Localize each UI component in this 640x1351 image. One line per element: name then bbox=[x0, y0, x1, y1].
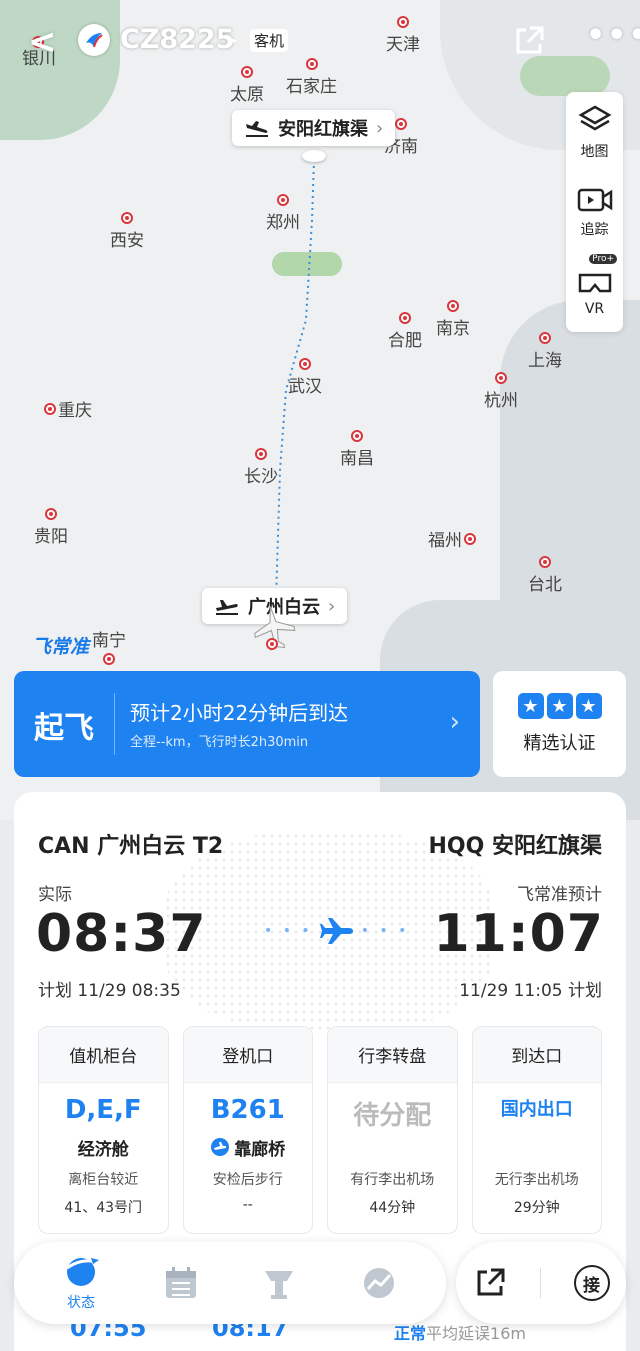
track-button[interactable]: 追踪 bbox=[566, 172, 623, 252]
nav-trends[interactable] bbox=[359, 1265, 399, 1301]
city-label: 贵阳 bbox=[34, 508, 68, 547]
certification-card[interactable]: ★ ★ ★ 精选认证 bbox=[493, 671, 626, 777]
boarding-gate-tile[interactable]: 登机口 B261 靠廊桥 安检后步行 -- bbox=[182, 1026, 313, 1234]
city-label: 郑州 bbox=[266, 194, 300, 233]
city-label: 重庆 bbox=[44, 396, 92, 421]
chevron-right-icon: › bbox=[449, 707, 460, 737]
caret-right-icon[interactable]: ▸ bbox=[229, 30, 237, 49]
airport-info-tiles: 值机柜台 D,E,F 经济舱 离柜台较近 41、43号门 登机口 B261 靠廊… bbox=[38, 1026, 602, 1234]
counter-value: D,E,F bbox=[64, 1095, 142, 1125]
cabin-class: 经济舱 bbox=[77, 1139, 129, 1160]
arrival-time: 11:07 bbox=[433, 904, 604, 964]
pickup-button[interactable]: 接 bbox=[573, 1265, 610, 1301]
arrival-airport-marker[interactable]: 安阳红旗渠 › bbox=[232, 110, 396, 146]
action-bar: 接 bbox=[456, 1242, 626, 1324]
vr-button[interactable]: Pro+ VR bbox=[566, 252, 623, 332]
nav-airport[interactable] bbox=[261, 1265, 297, 1301]
city-label: 南京 bbox=[436, 300, 470, 339]
airplane-icon bbox=[319, 918, 353, 944]
divider bbox=[539, 1268, 541, 1298]
control-tower-icon bbox=[265, 1271, 293, 1299]
top-bar: < CZ8225 ▸ 客机 ••• bbox=[0, 0, 640, 80]
globe-plane-icon bbox=[66, 1258, 99, 1286]
city-label: 上海 bbox=[528, 332, 562, 371]
city-label: 杭州 bbox=[484, 372, 518, 411]
bottom-nav: 状态 bbox=[14, 1242, 446, 1324]
city-label: 合肥 bbox=[388, 312, 422, 351]
brand-watermark: 飞常准 bbox=[32, 636, 90, 658]
aircraft-type-tag: 客机 bbox=[250, 29, 289, 52]
chevron-right-icon: › bbox=[328, 595, 336, 617]
star-icon: ★ bbox=[546, 693, 573, 719]
share-icon[interactable] bbox=[473, 1266, 507, 1300]
pro-badge: Pro+ bbox=[589, 254, 617, 264]
city-label: 南宁 bbox=[92, 626, 126, 665]
city-label: 武汉 bbox=[288, 358, 322, 397]
eta-text: 预计2小时22分钟后到达 bbox=[130, 701, 349, 725]
back-icon[interactable]: < bbox=[28, 22, 57, 62]
baggage-carousel-tile[interactable]: 行李转盘 待分配 有行李出机场 44分钟 bbox=[327, 1026, 458, 1234]
departure-time: 08:37 bbox=[36, 904, 207, 964]
carousel-value: 待分配 bbox=[353, 1101, 432, 1131]
flight-direction: • • • • • • bbox=[264, 916, 409, 946]
arrival-time-kind: 飞常准预计 bbox=[517, 885, 602, 905]
more-icon[interactable]: ••• bbox=[586, 18, 640, 53]
nav-schedule[interactable] bbox=[163, 1265, 199, 1301]
city-label: 台北 bbox=[528, 556, 562, 595]
landing-icon bbox=[246, 121, 268, 137]
arrival-airport[interactable]: HQQ 安阳红旗渠 bbox=[429, 828, 602, 860]
layers-icon bbox=[577, 105, 612, 131]
certification-label: 精选认证 bbox=[523, 733, 596, 754]
arrival-exit-tile[interactable]: 到达口 国内出口 无行李出机场 29分钟 bbox=[471, 1026, 602, 1234]
map-layer-button[interactable]: 地图 bbox=[566, 92, 623, 172]
rating-stars: ★ ★ ★ bbox=[517, 693, 602, 719]
vr-headset-icon bbox=[578, 273, 611, 293]
city-label: 长沙 bbox=[244, 448, 278, 487]
video-track-icon bbox=[577, 188, 612, 212]
flight-number[interactable]: CZ8225 bbox=[120, 24, 235, 55]
route-summary: 全程--km，飞行时长2h30min bbox=[130, 735, 309, 750]
flight-status-card[interactable]: 起飞 预计2小时22分钟后到达 全程--km，飞行时长2h30min › bbox=[14, 671, 480, 777]
star-icon: ★ bbox=[517, 693, 544, 719]
departure-scheduled: 计划 11/29 08:35 bbox=[38, 981, 181, 1001]
city-label: 西安 bbox=[110, 212, 144, 251]
departure-airport[interactable]: CAN 广州白云 T2 bbox=[38, 828, 223, 860]
map-tools: 地图 追踪 Pro+ VR bbox=[566, 92, 623, 332]
arrival-airport-name: 安阳红旗渠 bbox=[278, 119, 368, 140]
arrival-scheduled: 11/29 11:05 计划 bbox=[459, 981, 602, 1001]
airline-logo bbox=[78, 24, 110, 56]
jetbridge-icon bbox=[211, 1138, 230, 1156]
exit-value: 国内出口 bbox=[500, 1099, 573, 1120]
gate-type: 靠廊桥 bbox=[184, 1135, 313, 1160]
chevron-right-icon: › bbox=[376, 117, 384, 139]
departure-time-kind: 实际 bbox=[38, 885, 72, 905]
flight-status: 起飞 bbox=[34, 711, 94, 746]
divider bbox=[114, 693, 115, 755]
nav-status[interactable]: 状态 bbox=[61, 1254, 101, 1312]
calendar-icon bbox=[166, 1267, 196, 1298]
trend-chart-icon bbox=[364, 1268, 394, 1298]
checkin-counter-tile[interactable]: 值机柜台 D,E,F 经济舱 离柜台较近 41、43号门 bbox=[38, 1026, 169, 1234]
takeoff-icon bbox=[216, 600, 238, 615]
arrival-pin bbox=[302, 150, 326, 162]
share-icon[interactable] bbox=[512, 24, 546, 58]
city-dot bbox=[266, 638, 278, 650]
city-label: 南昌 bbox=[340, 430, 374, 469]
city-label: 福州 bbox=[428, 526, 476, 551]
star-icon: ★ bbox=[575, 693, 602, 719]
gate-value: B261 bbox=[210, 1095, 285, 1125]
